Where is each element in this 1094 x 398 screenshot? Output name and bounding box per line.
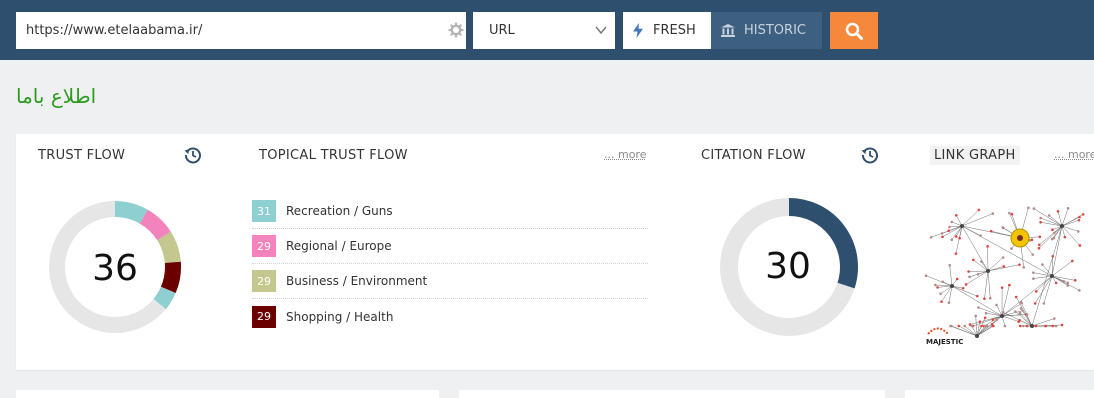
trust-flow-segment — [114, 201, 148, 224]
link-graph-heading: LINK GRAPH — [930, 146, 1020, 165]
majestic-logo-text: MAJESTIC — [926, 338, 963, 346]
trust-flow-value: 36 — [92, 248, 138, 289]
trust-flow-segment — [160, 261, 181, 294]
citation-flow-value: 30 — [765, 246, 811, 287]
magnifier-icon — [845, 22, 863, 40]
list-item[interactable]: 31 Recreation / Guns — [252, 194, 648, 229]
bottom-card — [905, 390, 1094, 398]
link-graph-image[interactable]: MAJESTIC — [922, 186, 1094, 350]
list-item[interactable]: 29 Shopping / Health — [252, 299, 648, 334]
fresh-label: FRESH — [653, 23, 696, 38]
ttf-badge: 29 — [252, 305, 276, 328]
topical-trust-flow-list: 31 Recreation / Guns 29 Regional / Europ… — [252, 194, 648, 334]
gear-icon[interactable] — [448, 22, 464, 38]
trust-flow-heading: TRUST FLOW — [38, 148, 126, 163]
topical-trust-flow-heading: TOPICAL TRUST FLOW — [259, 148, 408, 163]
history-clock-icon[interactable] — [184, 146, 202, 164]
topical-more-link[interactable]: ... more — [604, 148, 646, 161]
metrics-panel: TRUST FLOW 36 TOPICAL TRUST FLOW ... mor… — [16, 134, 1094, 370]
historic-label: HISTORIC — [744, 23, 806, 38]
ttf-badge: 29 — [252, 235, 276, 257]
link-graph-more-link[interactable]: ... more — [1054, 148, 1094, 161]
mode-select[interactable]: URL — [473, 12, 615, 49]
lightning-icon — [633, 23, 643, 38]
fresh-index-button[interactable]: FRESH — [623, 12, 711, 49]
mode-select-value: URL — [489, 23, 515, 38]
majestic-logo: MAJESTIC — [926, 327, 963, 346]
citation-flow-heading: CITATION FLOW — [701, 148, 806, 163]
list-item[interactable]: 29 Regional / Europe — [252, 229, 648, 264]
ttf-label: Business / Environment — [286, 274, 428, 288]
ttf-label: Regional / Europe — [286, 239, 392, 253]
trust-flow-segment — [153, 286, 176, 310]
trust-flow-segment — [157, 231, 181, 264]
list-item[interactable]: 29 Business / Environment — [252, 264, 648, 299]
ttf-label: Shopping / Health — [286, 309, 394, 324]
history-clock-icon[interactable] — [861, 146, 879, 164]
ttf-badge: 31 — [252, 200, 276, 222]
ttf-label: Recreation / Guns — [286, 204, 393, 218]
bottom-card — [16, 390, 439, 398]
site-title: اطلاع باما — [16, 84, 97, 108]
bank-icon — [721, 24, 735, 37]
search-bar: URL FRESH HISTORIC — [0, 0, 1094, 60]
url-input[interactable] — [16, 12, 466, 49]
chevron-down-icon — [595, 26, 607, 35]
bottom-card — [459, 390, 885, 398]
historic-index-button[interactable]: HISTORIC — [711, 12, 822, 49]
ttf-badge: 29 — [252, 270, 276, 292]
search-button[interactable] — [830, 12, 878, 49]
trust-flow-segment — [139, 209, 171, 241]
